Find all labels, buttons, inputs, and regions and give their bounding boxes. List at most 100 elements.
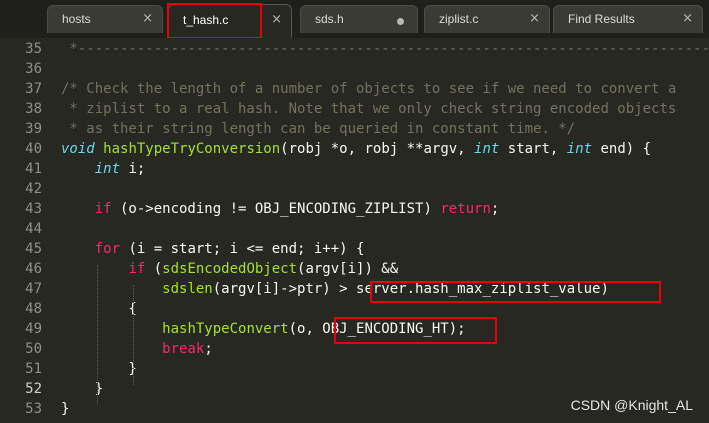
code-token: }	[61, 361, 137, 377]
tab-highlight-annotation	[167, 3, 262, 38]
code-text: /* Check the length of a number of objec…	[61, 79, 676, 99]
code-editor[interactable]: 35 *------------------------------------…	[0, 38, 709, 423]
code-token: (argv[i]) &&	[297, 261, 399, 277]
line-number: 47	[25, 281, 42, 297]
code-line[interactable]: 36	[0, 59, 709, 79]
code-line[interactable]: 41 int i;	[0, 159, 709, 179]
code-token: /* Check the length of a number of objec…	[61, 81, 677, 97]
code-line[interactable]: 39 * as their string length can be queri…	[0, 119, 709, 139]
line-number: 50	[25, 341, 42, 357]
code-text: void hashTypeTryConversion(robj *o, robj…	[61, 139, 651, 159]
watermark: CSDN @Knight_AL	[570, 397, 693, 413]
code-line[interactable]: 46 if (sdsEncodedObject(argv[i]) &&	[0, 259, 709, 279]
tab-ziplist-c[interactable]: ziplist.c ×	[424, 5, 550, 33]
code-line[interactable]: 38 * ziplist to a real hash. Note that w…	[0, 99, 709, 119]
line-number: 53	[25, 401, 42, 417]
code-text: {	[61, 299, 137, 319]
code-text: break;	[61, 339, 213, 359]
code-line[interactable]: 51 }	[0, 359, 709, 379]
tab-label: sds.h	[315, 12, 344, 26]
code-token: * ziplist to a real hash. Note that we o…	[61, 101, 677, 117]
line-number: 48	[25, 301, 42, 317]
code-text: for (i = start; i <= end; i++) {	[61, 239, 365, 259]
code-text: if (sdsEncodedObject(argv[i]) &&	[61, 259, 398, 279]
indent-guide	[97, 265, 98, 405]
code-line[interactable]: 42	[0, 179, 709, 199]
code-text: }	[61, 399, 69, 419]
code-token: (i = start; i <= end; i++) {	[120, 241, 365, 257]
line-number: 35	[25, 41, 42, 57]
code-token: i;	[120, 161, 146, 177]
line-number: 37	[25, 81, 42, 97]
code-token: hashTypeConvert	[162, 321, 289, 337]
tab-find-results[interactable]: Find Results ×	[553, 5, 703, 33]
line-number: 43	[25, 201, 42, 217]
close-icon[interactable]: ×	[271, 12, 282, 27]
close-icon[interactable]: ×	[529, 11, 540, 26]
code-line[interactable]: 43 if (o->encoding != OBJ_ENCODING_ZIPLI…	[0, 199, 709, 219]
line-number: 44	[25, 221, 42, 237]
code-token: if	[94, 201, 112, 217]
code-token: for	[94, 241, 121, 257]
tab-sds-h[interactable]: sds.h	[300, 5, 418, 33]
code-token: int	[94, 161, 121, 177]
code-token: (robj *o, robj **argv,	[280, 141, 475, 157]
line-number: 36	[25, 61, 42, 77]
line-number: 38	[25, 101, 42, 117]
highlight-obj-encoding-ht	[334, 317, 497, 344]
line-number: 41	[25, 161, 42, 177]
code-token: int	[474, 141, 500, 157]
code-text: }	[61, 359, 137, 379]
code-token: int	[566, 141, 593, 157]
code-line[interactable]: 45 for (i = start; i <= end; i++) {	[0, 239, 709, 259]
line-number: 46	[25, 261, 42, 277]
code-text: *---------------------------------------…	[61, 39, 709, 59]
highlight-hash-max-ziplist-value	[370, 281, 661, 303]
code-token: if	[128, 261, 146, 277]
code-token: {	[61, 301, 137, 317]
code-line[interactable]: 37 /* Check the length of a number of obj…	[0, 79, 709, 99]
code-text: int i;	[61, 159, 146, 179]
close-icon[interactable]: ×	[142, 11, 153, 26]
close-icon[interactable]: ×	[682, 11, 693, 26]
indent-guide	[133, 285, 134, 385]
code-token: ;	[490, 201, 500, 217]
code-token: return	[440, 201, 491, 217]
code-token: void	[61, 141, 95, 157]
code-text: * ziplist to a real hash. Note that we o…	[61, 99, 676, 119]
line-number: 45	[25, 241, 42, 257]
tab-bar: hosts × t_hash.c × sds.h ziplist.c × Fin…	[0, 0, 709, 38]
code-token: * as their string length can be queried …	[61, 121, 576, 137]
line-number: 52	[25, 381, 42, 397]
code-text: if (o->encoding != OBJ_ENCODING_ZIPLIST)…	[61, 199, 500, 219]
code-token: hashTypeTryConversion	[103, 141, 281, 157]
code-line[interactable]: 44	[0, 219, 709, 239]
code-line[interactable]: 40 void hashTypeTryConversion(robj *o, ro…	[0, 139, 709, 159]
unsaved-dot-icon[interactable]	[397, 18, 404, 25]
line-number: 40	[25, 141, 42, 157]
code-token: start,	[499, 141, 567, 157]
code-line[interactable]: 52 }	[0, 379, 709, 399]
code-token: sdsEncodedObject	[162, 261, 298, 277]
line-number: 51	[25, 361, 42, 377]
tab-label: hosts	[62, 12, 91, 26]
code-token: }	[61, 401, 70, 417]
tab-hosts[interactable]: hosts ×	[47, 5, 163, 33]
code-token: end) {	[592, 141, 652, 157]
line-number: 49	[25, 321, 42, 337]
tab-label: ziplist.c	[439, 12, 479, 26]
line-number: 42	[25, 181, 42, 197]
code-line[interactable]: 35 *------------------------------------…	[0, 39, 709, 59]
tab-label: Find Results	[568, 12, 635, 26]
code-token: (	[145, 261, 163, 277]
code-token: *---------------------------------------…	[61, 41, 709, 57]
code-token: (o->encoding != OBJ_ENCODING_ZIPLIST)	[111, 201, 441, 217]
